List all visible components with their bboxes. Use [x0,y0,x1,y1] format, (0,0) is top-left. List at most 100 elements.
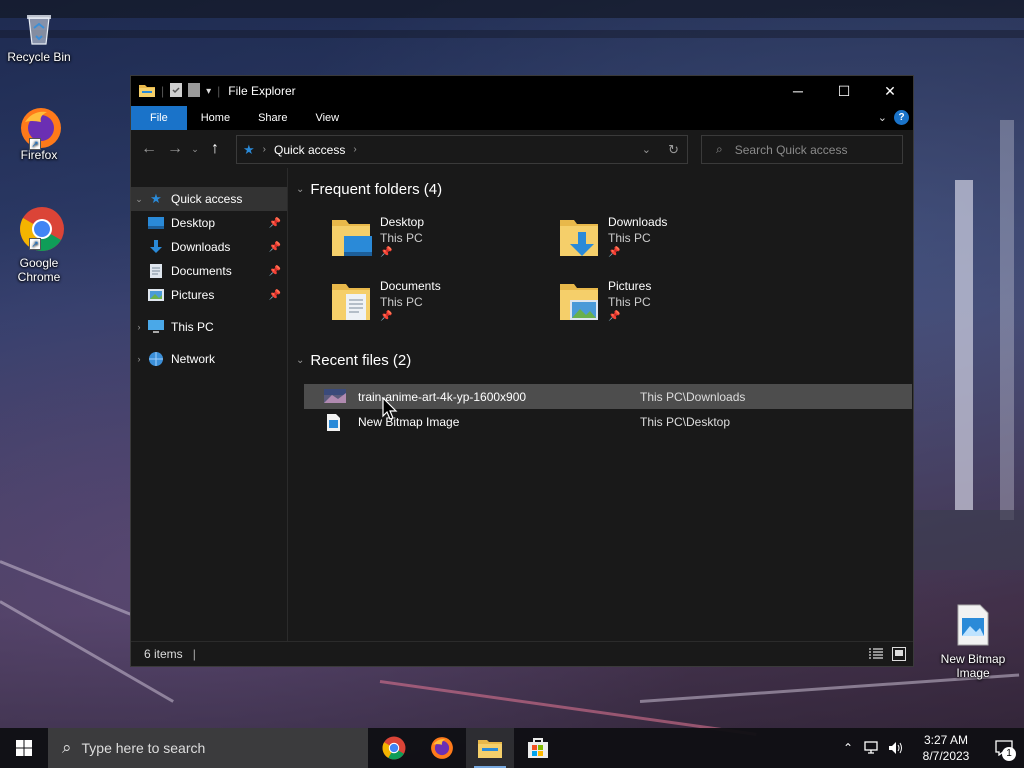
chevron-down-icon: ⌄ [191,143,199,154]
forward-button[interactable]: → [162,136,188,162]
download-arrow-icon [147,239,165,255]
breadcrumb-chevron-icon: › [262,144,266,155]
close-button[interactable]: ✕ [867,76,913,106]
large-icons-view-icon[interactable] [892,647,906,664]
desktop-chrome[interactable]: ↗ Google Chrome [4,206,74,284]
forward-arrow-icon: → [167,140,183,157]
help-icon[interactable]: ? [894,110,909,125]
group-title: Recent files (2) [310,352,412,369]
mouse-cursor-icon [382,397,398,420]
desktop-icon-label: Firefox [20,148,58,162]
desktop-icon-label: Recycle Bin [7,50,71,64]
downloads-folder-icon [558,214,602,260]
folder-location: This PC [380,295,423,309]
this-pc-icon [147,319,165,335]
bitmap-file-icon [953,604,993,646]
back-button[interactable]: ← [136,136,162,162]
bitmap-file-icon [326,413,342,431]
folder-tile-documents[interactable]: Documents This PC 📌 [330,278,550,336]
recent-file-path: This PC\Desktop [640,414,731,429]
up-button[interactable]: ↑ [202,136,228,162]
nav-this-pc[interactable]: › This PC [131,315,287,339]
folder-location: This PC [608,231,651,245]
pin-icon[interactable]: 📌 [269,290,281,301]
nav-network[interactable]: › Network [131,347,287,371]
taskbar-app-store[interactable] [514,728,562,768]
tab-view[interactable]: View [301,106,353,130]
details-view-icon[interactable] [869,648,883,663]
recent-file-name: New Bitmap Image [358,414,460,429]
taskbar-search-placeholder: Type here to search [81,740,206,756]
windows-logo-icon [16,740,32,756]
clock[interactable]: 3:27 AM 8/7/2023 [908,732,984,764]
recycle-bin-icon [19,8,59,48]
wallpaper-roof-beam-2 [0,30,1024,38]
volume-icon[interactable] [884,741,908,755]
folder-tile-pictures[interactable]: Pictures This PC 📌 [558,278,778,336]
nav-pictures[interactable]: Pictures 📌 [131,283,287,307]
toolbar-divider: | [217,84,221,98]
chrome-icon [382,736,406,760]
folder-name: Pictures [608,279,652,293]
pictures-icon [147,287,165,303]
pin-icon[interactable]: 📌 [269,242,281,253]
wallpaper-station-post [955,180,973,510]
desktop-icon-label: New Bitmap Image [940,652,1006,680]
refresh-icon[interactable]: ↻ [668,142,679,158]
ribbon-tabs: File Home Share View ⌄ ? [131,106,913,130]
title-bar[interactable]: | ▾ | File Explorer ─ ☐ ✕ [131,76,913,106]
pictures-folder-icon [558,278,602,324]
wallpaper-roof-beam [0,0,1024,18]
tab-file[interactable]: File [131,106,187,130]
nav-quick-access[interactable]: ⌄ ★ Quick access [131,187,287,211]
show-hidden-icons-chevron-icon[interactable]: ⌃ [836,741,860,755]
pin-icon: 📌 [608,247,621,258]
documents-folder-icon [330,278,374,324]
tab-share[interactable]: Share [244,106,301,130]
breadcrumb-quick-access[interactable]: Quick access [274,143,345,157]
taskbar-app-firefox[interactable] [418,728,466,768]
taskbar-search-box[interactable]: ⌕ Type here to search [48,728,368,768]
folder-location: This PC [380,231,423,245]
maximize-button[interactable]: ☐ [821,76,867,106]
frequent-folders-header[interactable]: ⌄ Frequent folders (4) [296,181,442,198]
pin-icon: 📌 [608,311,621,322]
folder-tile-desktop[interactable]: Desktop This PC 📌 [330,214,550,272]
nav-downloads[interactable]: Downloads 📌 [131,235,287,259]
pin-icon[interactable]: 📌 [269,266,281,277]
nav-label: Network [171,352,216,366]
customize-toolbar-icon[interactable]: ▾ [206,86,211,97]
taskbar-app-chrome[interactable] [370,728,418,768]
file-explorer-icon [478,740,502,758]
action-center-button[interactable]: 1 [984,728,1024,768]
address-bar[interactable]: ★ › Quick access › ⌄ ↻ [236,135,688,164]
new-folder-icon[interactable] [188,82,201,100]
nav-documents[interactable]: Documents 📌 [131,259,287,283]
address-dropdown-icon[interactable]: ⌄ [642,143,651,156]
status-divider: | [192,647,196,661]
chevron-right-icon: › [137,354,141,364]
start-button[interactable] [0,728,48,768]
nav-desktop[interactable]: Desktop 📌 [131,211,287,235]
minimize-button[interactable]: ─ [775,76,821,106]
properties-icon[interactable] [170,82,183,100]
tab-home[interactable]: Home [187,106,244,130]
network-status-icon[interactable] [860,741,884,755]
search-icon: ⌕ [62,738,72,757]
network-icon [147,351,165,367]
desktop-firefox[interactable]: ↗ Firefox [4,106,74,162]
recent-file-name: train-anime-art-4k-yp-1600x900 [358,389,527,404]
desktop-icon-label: Google Chrome [17,256,61,284]
desktop-recycle-bin[interactable]: Recycle Bin [4,8,74,64]
search-input[interactable]: ⌕ Search Quick access [701,135,903,164]
up-arrow-icon: ↑ [211,140,219,157]
recent-files-header[interactable]: ⌄ Recent files (2) [296,352,411,369]
taskbar-app-file-explorer[interactable] [466,728,514,768]
recent-locations-button[interactable]: ⌄ [188,136,202,162]
folder-name: Documents [380,279,441,293]
expand-ribbon-icon[interactable]: ⌄ [878,111,887,124]
quick-access-star-icon: ★ [243,141,255,157]
folder-tile-downloads[interactable]: Downloads This PC 📌 [558,214,778,272]
pin-icon[interactable]: 📌 [269,218,281,229]
desktop-new-bitmap-image[interactable]: New Bitmap Image [938,604,1008,680]
